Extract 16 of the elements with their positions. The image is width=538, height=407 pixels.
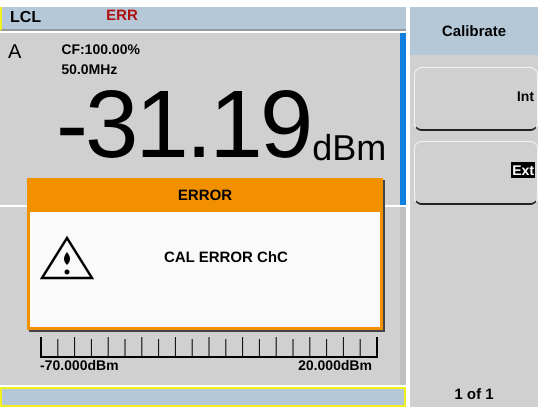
- cal-factor: CF:100.00%: [61, 41, 140, 57]
- softkey[interactable]: Ext: [414, 141, 538, 205]
- reading-unit: dBm: [312, 127, 386, 169]
- mode-label: LCL: [10, 9, 42, 27]
- dialog-title: ERROR: [30, 178, 380, 212]
- softkey[interactable]: Int: [414, 67, 538, 131]
- error-indicator: ERR: [106, 6, 138, 24]
- channel-label: A: [8, 41, 22, 65]
- scale-min: -70.000dBm: [40, 357, 119, 373]
- frequency: 50.0MHz: [61, 61, 118, 77]
- scale-max: 20.000dBm: [298, 357, 372, 373]
- warning-icon: [40, 234, 94, 280]
- menu-title: Calibrate: [410, 7, 538, 55]
- reading-value: -31.19: [56, 77, 310, 173]
- page-indicator: 1 of 1: [453, 386, 495, 405]
- error-message: CAL ERROR ChC: [164, 249, 288, 266]
